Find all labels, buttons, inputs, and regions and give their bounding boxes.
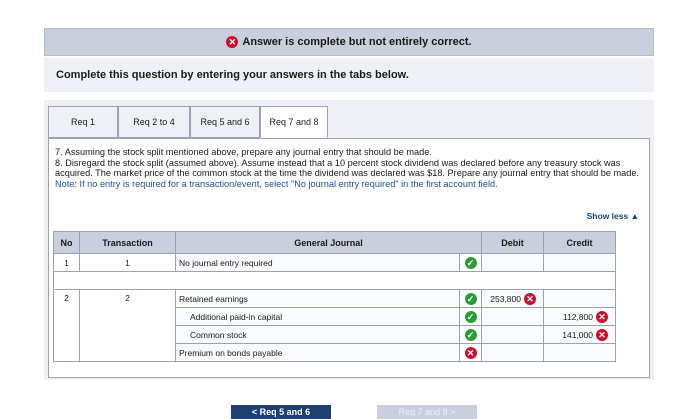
table-row: 2 2 Retained earnings ✓ 253,800 ✕ [53,289,616,362]
account-field[interactable]: Common stock [175,325,460,344]
incorrect-icon: ✕ [596,310,608,323]
credit-field[interactable] [543,289,616,308]
instructions-text: Complete this question by entering your … [44,58,654,92]
incorrect-icon: ✕ [226,36,239,48]
show-less-link[interactable]: Show less ▲ [587,211,639,221]
question-note: Note: If no entry is required for a tran… [55,178,498,189]
table-header-row: No Transaction General Journal Debit Cre… [53,231,616,254]
next-req-button[interactable]: Req 7 and 8 > [377,405,477,419]
journal-table: No Transaction General Journal Debit Cre… [53,231,616,362]
credit-value: 112,800 [562,311,593,322]
prev-req-button[interactable]: < Req 5 and 6 [231,405,331,419]
header-credit: Credit [543,231,616,254]
tab-req-7-and-8[interactable]: Req 7 and 8 [260,106,328,138]
credit-value: 141,000 [562,329,593,340]
debit-field[interactable] [481,343,544,362]
entry-transaction: 2 [79,289,176,362]
debit-value: 253,800 [490,293,521,304]
table-row: 1 1 No journal entry required ✓ [53,253,616,272]
debit-field[interactable]: 253,800 ✕ [481,289,544,308]
account-field[interactable]: Retained earnings [175,289,460,308]
correct-icon: ✓ [464,256,477,269]
credit-field[interactable] [543,253,616,272]
header-general-journal: General Journal [175,231,482,254]
question-line-7: 7. Assuming the stock split mentioned ab… [55,147,432,157]
incorrect-icon: ✕ [464,346,477,359]
correct-icon: ✓ [464,310,477,323]
question-line-8: 8. Disregard the stock split (assumed ab… [55,157,640,179]
account-field[interactable]: Additional paid-in capital [175,307,460,326]
header-transaction: Transaction [79,231,176,254]
correct-icon: ✓ [464,292,477,305]
debit-field[interactable] [481,253,544,272]
tab-req-1[interactable]: Req 1 [48,106,118,138]
banner-message: Answer is complete but not entirely corr… [242,36,472,48]
entry-transaction: 1 [79,253,176,272]
tabs-panel: Req 1 Req 2 to 4 Req 5 and 6 Req 7 and 8… [44,100,654,419]
tab-content: 7. Assuming the stock split mentioned ab… [48,138,650,419]
debit-field[interactable] [481,325,544,344]
credit-field[interactable]: 112,800 ✕ [543,307,616,326]
correct-icon: ✓ [464,328,477,341]
entry-no: 2 [53,289,80,362]
question-text: 7. Assuming the stock split mentioned ab… [55,147,645,189]
account-field[interactable]: No journal entry required [175,253,460,272]
incorrect-icon: ✕ [524,292,536,305]
tab-req-5-and-6[interactable]: Req 5 and 6 [190,106,260,138]
result-banner: ✕ Answer is complete but not entirely co… [44,28,654,56]
account-field[interactable]: Premium on bonds payable [175,343,460,362]
credit-field[interactable]: 141,000 ✕ [543,325,616,344]
entry-no: 1 [53,253,80,272]
incorrect-icon: ✕ [596,328,608,341]
header-debit: Debit [481,231,544,254]
header-no: No [53,231,80,254]
credit-field[interactable] [543,343,616,362]
debit-field[interactable] [481,307,544,326]
tab-req-2-to-4[interactable]: Req 2 to 4 [118,106,190,138]
